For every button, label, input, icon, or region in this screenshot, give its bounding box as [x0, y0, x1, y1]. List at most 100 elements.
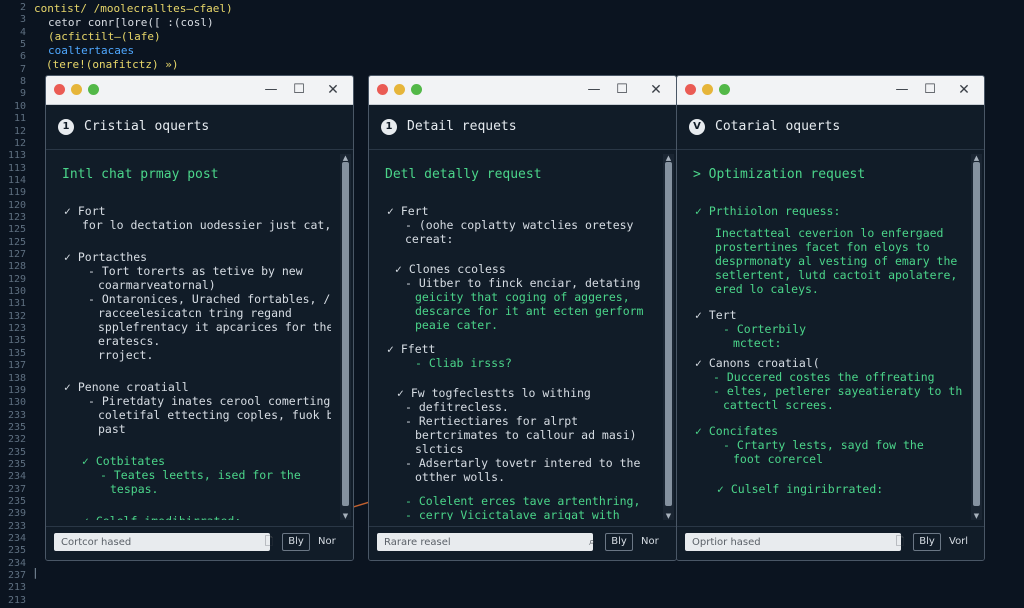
- zoom-traffic-light-icon[interactable]: [719, 84, 730, 95]
- step-badge: V: [689, 119, 705, 135]
- request-line: - (oohe coplatty watclies oretesy: [405, 218, 634, 232]
- apply-button[interactable]: Bly: [605, 533, 633, 551]
- line-number: 132: [7, 310, 26, 322]
- request-line: bertcrimates to callour ad masi): [415, 428, 637, 442]
- maximize-icon[interactable]: ☐: [289, 80, 309, 100]
- line-number: 139: [7, 384, 26, 396]
- request-line: - Adsertarly tovetr intered to the: [405, 456, 641, 470]
- line-number: 135: [7, 335, 26, 347]
- line-number: 123: [7, 211, 26, 223]
- scroll-up-icon[interactable]: ▲: [971, 154, 982, 162]
- document-icon[interactable]: 🗋: [893, 535, 907, 549]
- message-input[interactable]: [377, 533, 593, 551]
- next-link[interactable]: Nor: [318, 533, 336, 551]
- line-number: 234: [7, 557, 26, 569]
- chat-window-2: — ☐ ✕ 1 Detail requets Detl detally requ…: [368, 75, 677, 561]
- line-number: 3: [19, 14, 26, 26]
- request-line: eratescs.: [98, 334, 161, 348]
- vertical-scrollbar[interactable]: ▲ ▼: [971, 154, 982, 520]
- line-number: 10: [13, 100, 26, 112]
- line-number: 235: [7, 421, 26, 433]
- message-input[interactable]: [685, 533, 901, 551]
- request-line: - defitrecless.: [405, 400, 509, 414]
- minimize-icon[interactable]: —: [892, 80, 912, 100]
- maximize-icon[interactable]: ☐: [920, 80, 940, 100]
- close-traffic-light-icon[interactable]: [685, 84, 696, 95]
- vertical-scrollbar[interactable]: ▲ ▼: [663, 154, 674, 520]
- request-line: Inectatteal ceverion lo enfergaed: [715, 226, 944, 240]
- line-number: 237: [7, 570, 26, 582]
- line-number: 138: [7, 372, 26, 384]
- request-line: ✓ Clones ccoless: [395, 262, 506, 276]
- message-input[interactable]: [54, 533, 270, 551]
- next-link[interactable]: Vorl: [949, 533, 968, 551]
- scroll-up-icon[interactable]: ▲: [663, 154, 674, 162]
- scroll-down-icon[interactable]: ▼: [663, 512, 674, 520]
- line-number: 125: [7, 236, 26, 248]
- close-traffic-light-icon[interactable]: [377, 84, 388, 95]
- vertical-scrollbar[interactable]: ▲ ▼: [340, 154, 351, 520]
- request-line: - Ontaronices, Urached fortables, /at: [88, 292, 331, 306]
- code-line: contist/ /moolecralltes—cfael): [34, 2, 233, 15]
- request-line: - Crtarty lests, sayd fow the: [723, 438, 924, 452]
- request-line: desprmonaty al vesting of emary the: [715, 254, 958, 268]
- line-number: 235: [7, 446, 26, 458]
- zoom-traffic-light-icon[interactable]: [411, 84, 422, 95]
- window-titlebar: — ☐ ✕: [46, 76, 353, 105]
- window-title: Cristial oquerts: [84, 119, 210, 134]
- line-number: 213: [7, 594, 26, 606]
- line-number: 11: [13, 113, 26, 125]
- minimize-traffic-light-icon[interactable]: [71, 84, 82, 95]
- line-number-gutter: 2 3 4 5 6 7 8 9 10 11 12 12 113 113 114 119 120 123 125 125…: [0, 0, 34, 608]
- code-line: (acfictilt—(lafe): [48, 30, 161, 43]
- minimize-traffic-light-icon[interactable]: [702, 84, 713, 95]
- request-line: ✓ Concifates: [695, 424, 779, 438]
- next-link[interactable]: Nor: [641, 533, 659, 551]
- scrollbar-thumb[interactable]: [665, 162, 672, 506]
- apply-button[interactable]: Bly: [913, 533, 941, 551]
- close-icon[interactable]: ✕: [954, 80, 974, 100]
- line-number: 233: [7, 409, 26, 421]
- request-line: - Corterbily: [723, 322, 807, 336]
- request-line: - Rertiectiares for alrpt: [405, 414, 579, 428]
- request-heading: Intl chat prmay post: [62, 167, 219, 182]
- minimize-icon[interactable]: —: [261, 80, 281, 100]
- window-header: 1 Cristial oquerts: [46, 105, 353, 150]
- line-number: 130: [7, 397, 26, 409]
- line-number: 213: [7, 582, 26, 594]
- line-number: 237: [7, 483, 26, 495]
- code-line: (tere!(onafitctz) »): [46, 58, 179, 71]
- code-line: cetor conr[lore([ :(cosl): [48, 16, 214, 29]
- scroll-down-icon[interactable]: ▼: [340, 512, 351, 520]
- maximize-icon[interactable]: ☐: [612, 80, 632, 100]
- request-line: ✓ Fort: [64, 204, 106, 218]
- scroll-down-icon[interactable]: ▼: [971, 512, 982, 520]
- line-number: 2: [19, 2, 26, 13]
- request-line: racceelesicatcn tring regand: [98, 306, 292, 320]
- apply-button[interactable]: Bly: [282, 533, 310, 551]
- close-icon[interactable]: ✕: [323, 80, 343, 100]
- search-icon[interactable]: ⌕: [585, 535, 599, 549]
- request-line: past: [98, 422, 126, 436]
- request-line: tespas.: [110, 482, 159, 496]
- line-number: 235: [7, 496, 26, 507]
- zoom-traffic-light-icon[interactable]: [88, 84, 99, 95]
- line-number: 8: [19, 76, 26, 88]
- scrollbar-thumb[interactable]: [973, 162, 980, 506]
- scroll-up-icon[interactable]: ▲: [340, 154, 351, 162]
- scrollbar-thumb[interactable]: [342, 162, 349, 506]
- line-number: 114: [7, 174, 26, 186]
- request-line: coarmarveatornal): [98, 278, 216, 292]
- request-line: ✓ Fert: [387, 204, 429, 218]
- minimize-icon[interactable]: —: [584, 80, 604, 100]
- line-number: 131: [7, 298, 26, 310]
- line-number: 239: [7, 508, 26, 520]
- document-icon[interactable]: 🗋: [262, 535, 276, 549]
- close-icon[interactable]: ✕: [646, 80, 666, 100]
- close-traffic-light-icon[interactable]: [54, 84, 65, 95]
- minimize-traffic-light-icon[interactable]: [394, 84, 405, 95]
- line-number: 113: [7, 150, 26, 162]
- chat-window-3: — ☐ ✕ V Cotarial oquerts > Optimization …: [676, 75, 985, 561]
- line-number: 127: [7, 249, 26, 260]
- line-number: 12: [13, 137, 26, 149]
